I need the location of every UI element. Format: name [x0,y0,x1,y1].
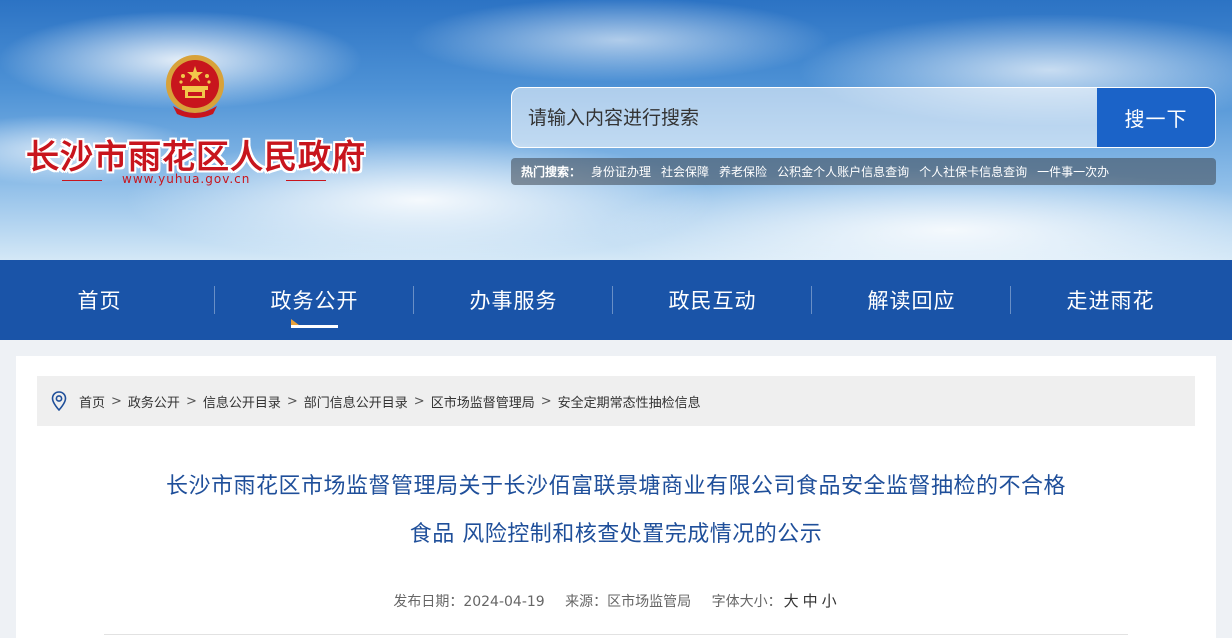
search-input[interactable] [512,88,1098,147]
font-size-small-button[interactable]: 小 [822,592,837,610]
nav-item-government-affairs[interactable]: 政务公开 [215,260,414,340]
breadcrumb-separator: > [413,393,425,409]
nav-item-label: 政民互动 [668,289,757,313]
source-value: 区市场监管局 [607,594,692,610]
main-nav: 首页 政务公开 办事服务 政民互动 解读回应 走进雨花 [0,260,1232,340]
hot-search-link[interactable]: 社会保障 [661,163,709,180]
nav-item-about-yuhua[interactable]: 走进雨花 [1011,260,1210,340]
hot-search-bar: 热门搜索： 身份证办理 社会保障 养老保险 公积金个人账户信息查询 个人社保卡信… [511,158,1216,185]
location-pin-icon [51,391,67,411]
article-card: 首页 > 政务公开 > 信息公开目录 > 部门信息公开目录 > 区市场监督管理局… [16,356,1216,638]
national-emblem-icon [166,55,224,118]
divider [62,180,102,181]
site-title[interactable]: 长沙市雨花区人民政府 [26,130,366,178]
nav-item-interpretation[interactable]: 解读回应 [812,260,1011,340]
search-box: 搜一下 [511,87,1216,148]
hot-search-label: 热门搜索： [521,165,582,179]
hot-search-link[interactable]: 养老保险 [719,163,767,180]
breadcrumb-link[interactable]: 安全定期常态性抽检信息 [558,392,701,411]
font-size-medium-button[interactable]: 中 [803,592,818,610]
breadcrumb-separator: > [111,393,122,409]
header-banner: 长沙市雨花区人民政府 www.yuhua.gov.cn 搜一下 热门搜索： 身份… [0,0,1232,260]
nav-item-interaction[interactable]: 政民互动 [613,260,812,340]
hot-search-link[interactable]: 公积金个人账户信息查询 [777,163,909,180]
divider [286,180,326,181]
hot-search-link[interactable]: 身份证办理 [591,163,651,180]
hot-search-link[interactable]: 个人社保卡信息查询 [919,163,1027,180]
breadcrumb-link[interactable]: 部门信息公开目录 [304,392,408,411]
breadcrumb-link[interactable]: 信息公开目录 [203,392,281,411]
publish-date-value: 2024-04-19 [463,594,545,610]
breadcrumb-separator: > [286,393,298,409]
nav-item-label: 政务公开 [270,289,359,313]
hot-search-link[interactable]: 一件事一次办 [1037,163,1109,180]
article-meta: 发布日期：2024-04-19 来源：区市场监管局 字体大小：大中小 [16,590,1216,611]
breadcrumb-separator: > [185,393,197,409]
source: 来源：区市场监管局 [565,594,691,610]
active-underline [291,325,338,328]
nav-item-label: 走进雨花 [1066,289,1155,313]
publish-date: 发布日期：2024-04-19 [393,594,544,610]
font-size-control: 字体大小：大中小 [711,592,839,610]
nav-item-home[interactable]: 首页 [0,260,215,340]
breadcrumb: 首页 > 政务公开 > 信息公开目录 > 部门信息公开目录 > 区市场监督管理局… [37,376,1195,426]
font-size-label: 字体大小： [711,594,782,610]
divider [104,634,1128,635]
search-button[interactable]: 搜一下 [1097,88,1215,147]
font-size-large-button[interactable]: 大 [784,592,799,610]
nav-item-services[interactable]: 办事服务 [414,260,613,340]
article-title: 长沙市雨花区市场监督管理局关于长沙佰富联景塘商业有限公司食品安全监督抽检的不合格 [165,474,1066,499]
breadcrumb-separator: > [540,393,552,409]
publish-date-label: 发布日期： [393,594,464,610]
nav-item-label: 办事服务 [469,289,558,313]
nav-item-label: 解读回应 [867,289,956,313]
article-title-continued: 食品 风险控制和核查处置完成情况的公示 [409,522,823,547]
site-domain: www.yuhua.gov.cn [122,172,251,186]
breadcrumb-link[interactable]: 区市场监督管理局 [431,392,535,411]
breadcrumb-link[interactable]: 政务公开 [128,392,180,411]
breadcrumb-link[interactable]: 首页 [79,392,105,411]
source-label: 来源： [565,594,608,610]
nav-item-label: 首页 [77,289,122,313]
